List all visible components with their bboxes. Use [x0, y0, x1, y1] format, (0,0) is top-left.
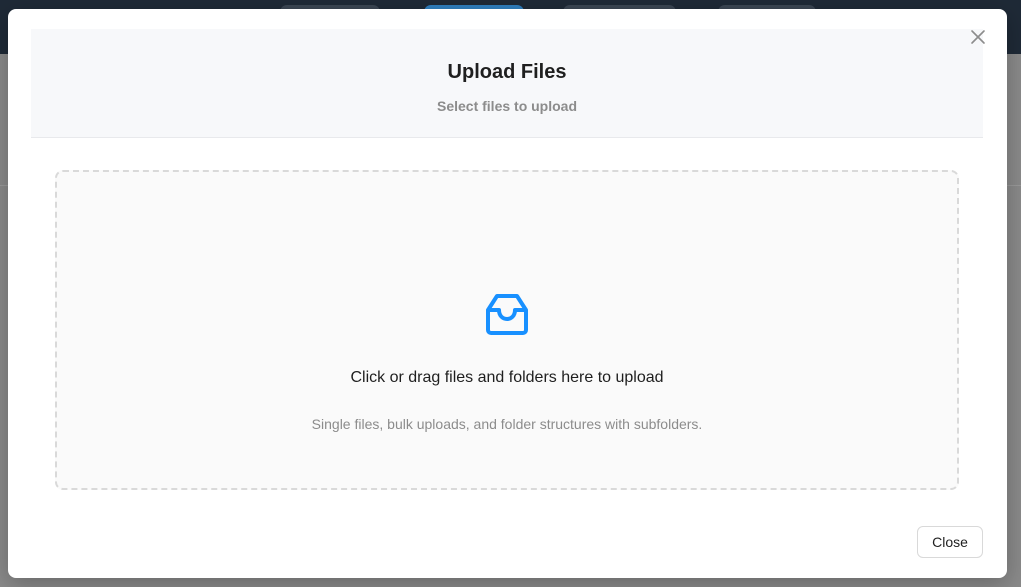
modal-title: Upload Files: [447, 61, 567, 83]
inbox-icon: [484, 291, 530, 337]
upload-dropzone[interactable]: Click or drag files and folders here to …: [55, 170, 959, 490]
dropzone-hint: Single files, bulk uploads, and folder s…: [311, 416, 703, 432]
modal-header: Upload Files Select files to upload: [31, 29, 983, 138]
close-button[interactable]: Close: [917, 526, 983, 558]
dropzone-text: Click or drag files and folders here to …: [350, 369, 664, 386]
close-icon[interactable]: [969, 28, 987, 46]
modal-subtitle: Select files to upload: [436, 98, 578, 114]
upload-modal: Upload Files Select files to upload Clic…: [8, 9, 1007, 578]
